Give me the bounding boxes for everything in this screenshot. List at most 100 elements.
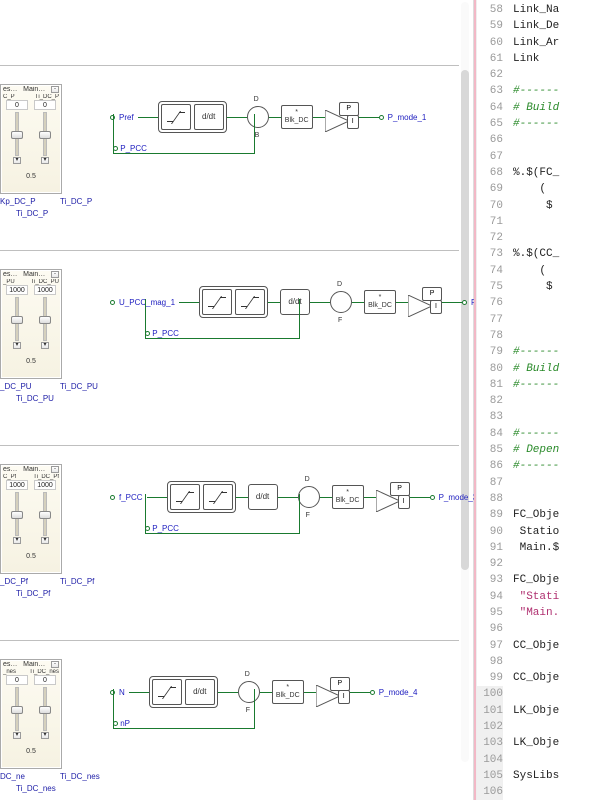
slider-menu-button[interactable]: ▾	[41, 157, 49, 164]
code-line[interactable]: # Build	[513, 100, 610, 116]
slider-track[interactable]	[43, 297, 47, 341]
code-line[interactable]: Link_Ar	[513, 35, 610, 51]
slider-thumb[interactable]	[39, 131, 51, 139]
slider-panel[interactable]: es… Main… - _nes Ti_DC_nes 0 ▾ 0 ▾ 0.5	[0, 659, 62, 769]
code-line[interactable]: "Main.	[513, 605, 610, 621]
code-line[interactable]: (	[513, 263, 610, 279]
slider-thumb[interactable]	[39, 316, 51, 324]
code-line[interactable]: Main.$	[513, 540, 610, 556]
code-line[interactable]	[513, 491, 610, 507]
summing-junction[interactable]	[298, 486, 320, 508]
code-area[interactable]: Link_NaLink_DeLink_ArLink#------# Build#…	[507, 0, 610, 800]
slider-track[interactable]	[15, 112, 19, 156]
slider-panel[interactable]: es… Main… - C_P Ti_DC_P 0 ▾ 0 ▾ 0.5	[0, 84, 62, 194]
code-line[interactable]: %.$(CC_	[513, 246, 610, 262]
pi-controller-block[interactable]: P I	[376, 482, 410, 512]
code-line[interactable]	[513, 686, 610, 702]
gain-block[interactable]: * Blk_DC	[272, 680, 304, 704]
slider-readout[interactable]: 0	[34, 675, 56, 685]
code-line[interactable]: %.$(FC_	[513, 165, 610, 181]
pi-controller-block[interactable]: P I	[408, 287, 442, 317]
minimize-button[interactable]: -	[51, 86, 59, 93]
code-line[interactable]	[513, 230, 610, 246]
code-line[interactable]: CC_Obje	[513, 638, 610, 654]
code-line[interactable]	[513, 312, 610, 328]
slider-menu-button[interactable]: ▾	[41, 342, 49, 349]
code-line[interactable]: #------	[513, 426, 610, 442]
slider-track[interactable]	[43, 492, 47, 536]
code-line[interactable]: FC_Obje	[513, 507, 610, 523]
code-line[interactable]: SysLibs	[513, 768, 610, 784]
slider-thumb[interactable]	[11, 511, 23, 519]
code-line[interactable]	[513, 132, 610, 148]
code-line[interactable]	[513, 719, 610, 735]
code-line[interactable]: # Depen	[513, 442, 610, 458]
code-line[interactable]	[513, 214, 610, 230]
slider-readout[interactable]: 1000	[34, 480, 56, 490]
slider-track[interactable]	[15, 297, 19, 341]
code-line[interactable]: LK_Obje	[513, 735, 610, 751]
code-line[interactable]: #------	[513, 116, 610, 132]
code-line[interactable]: Statio	[513, 524, 610, 540]
code-line[interactable]	[513, 475, 610, 491]
code-line[interactable]: #------	[513, 83, 610, 99]
code-line[interactable]: $	[513, 198, 610, 214]
code-line[interactable]: #------	[513, 344, 610, 360]
minimize-button[interactable]: -	[51, 271, 59, 278]
code-line[interactable]: Link_De	[513, 18, 610, 34]
code-line[interactable]: #------	[513, 377, 610, 393]
slider-track[interactable]	[43, 112, 47, 156]
slider-menu-button[interactable]: ▾	[41, 537, 49, 544]
pi-controller-block[interactable]: P I	[325, 102, 359, 132]
slider-thumb[interactable]	[11, 706, 23, 714]
slider-readout[interactable]: 0	[34, 100, 56, 110]
slider-readout[interactable]: 0	[6, 675, 28, 685]
code-line[interactable]	[513, 784, 610, 800]
slider-menu-button[interactable]: ▾	[13, 732, 21, 739]
code-line[interactable]: LK_Obje	[513, 703, 610, 719]
slider-thumb[interactable]	[11, 316, 23, 324]
gain-block[interactable]: * Blk_DC	[281, 105, 313, 129]
slider-readout[interactable]: 1000	[6, 285, 28, 295]
slider-thumb[interactable]	[39, 511, 51, 519]
slider-track[interactable]	[43, 687, 47, 731]
code-line[interactable]	[513, 295, 610, 311]
code-line[interactable]: CC_Obje	[513, 670, 610, 686]
code-line[interactable]: $	[513, 279, 610, 295]
diagram-pane[interactable]: es… Main… - C_P Ti_DC_P 0 ▾ 0 ▾ 0.5 Kp_D…	[0, 0, 474, 800]
minimize-button[interactable]: -	[51, 466, 59, 473]
slider-menu-button[interactable]: ▾	[13, 537, 21, 544]
code-line[interactable]: FC_Obje	[513, 572, 610, 588]
gain-block[interactable]: * Blk_DC	[332, 485, 364, 509]
gain-block[interactable]: * Blk_DC	[364, 290, 396, 314]
slider-panel[interactable]: es… Main… - C_Pf Ti_DC_Pf 1000 ▾ 1000 ▾ …	[0, 464, 62, 574]
code-line[interactable]	[513, 621, 610, 637]
code-line[interactable]: Link	[513, 51, 610, 67]
slider-readout[interactable]: 0	[6, 100, 28, 110]
slider-panel[interactable]: es… Main… - _PU Ti_DC_PU 1000 ▾ 1000 ▾ 0…	[0, 269, 62, 379]
code-line[interactable]: (	[513, 181, 610, 197]
slider-thumb[interactable]	[39, 706, 51, 714]
code-line[interactable]	[513, 752, 610, 768]
pi-controller-block[interactable]: P I	[316, 677, 350, 707]
code-line[interactable]: # Build	[513, 361, 610, 377]
slider-track[interactable]	[15, 687, 19, 731]
slider-readout[interactable]: 1000	[34, 285, 56, 295]
minimize-button[interactable]: -	[51, 661, 59, 668]
slider-menu-button[interactable]: ▾	[13, 157, 21, 164]
slider-menu-button[interactable]: ▾	[13, 342, 21, 349]
slider-track[interactable]	[15, 492, 19, 536]
code-line[interactable]: Link_Na	[513, 2, 610, 18]
slider-menu-button[interactable]: ▾	[41, 732, 49, 739]
code-line[interactable]	[513, 654, 610, 670]
code-line[interactable]	[513, 556, 610, 572]
code-line[interactable]	[513, 393, 610, 409]
slider-readout[interactable]: 1000	[6, 480, 28, 490]
code-line[interactable]	[513, 328, 610, 344]
slider-thumb[interactable]	[11, 131, 23, 139]
code-line[interactable]: "Stati	[513, 589, 610, 605]
code-line[interactable]	[513, 409, 610, 425]
code-line[interactable]: #------	[513, 458, 610, 474]
code-line[interactable]	[513, 149, 610, 165]
summing-junction[interactable]	[330, 291, 352, 313]
